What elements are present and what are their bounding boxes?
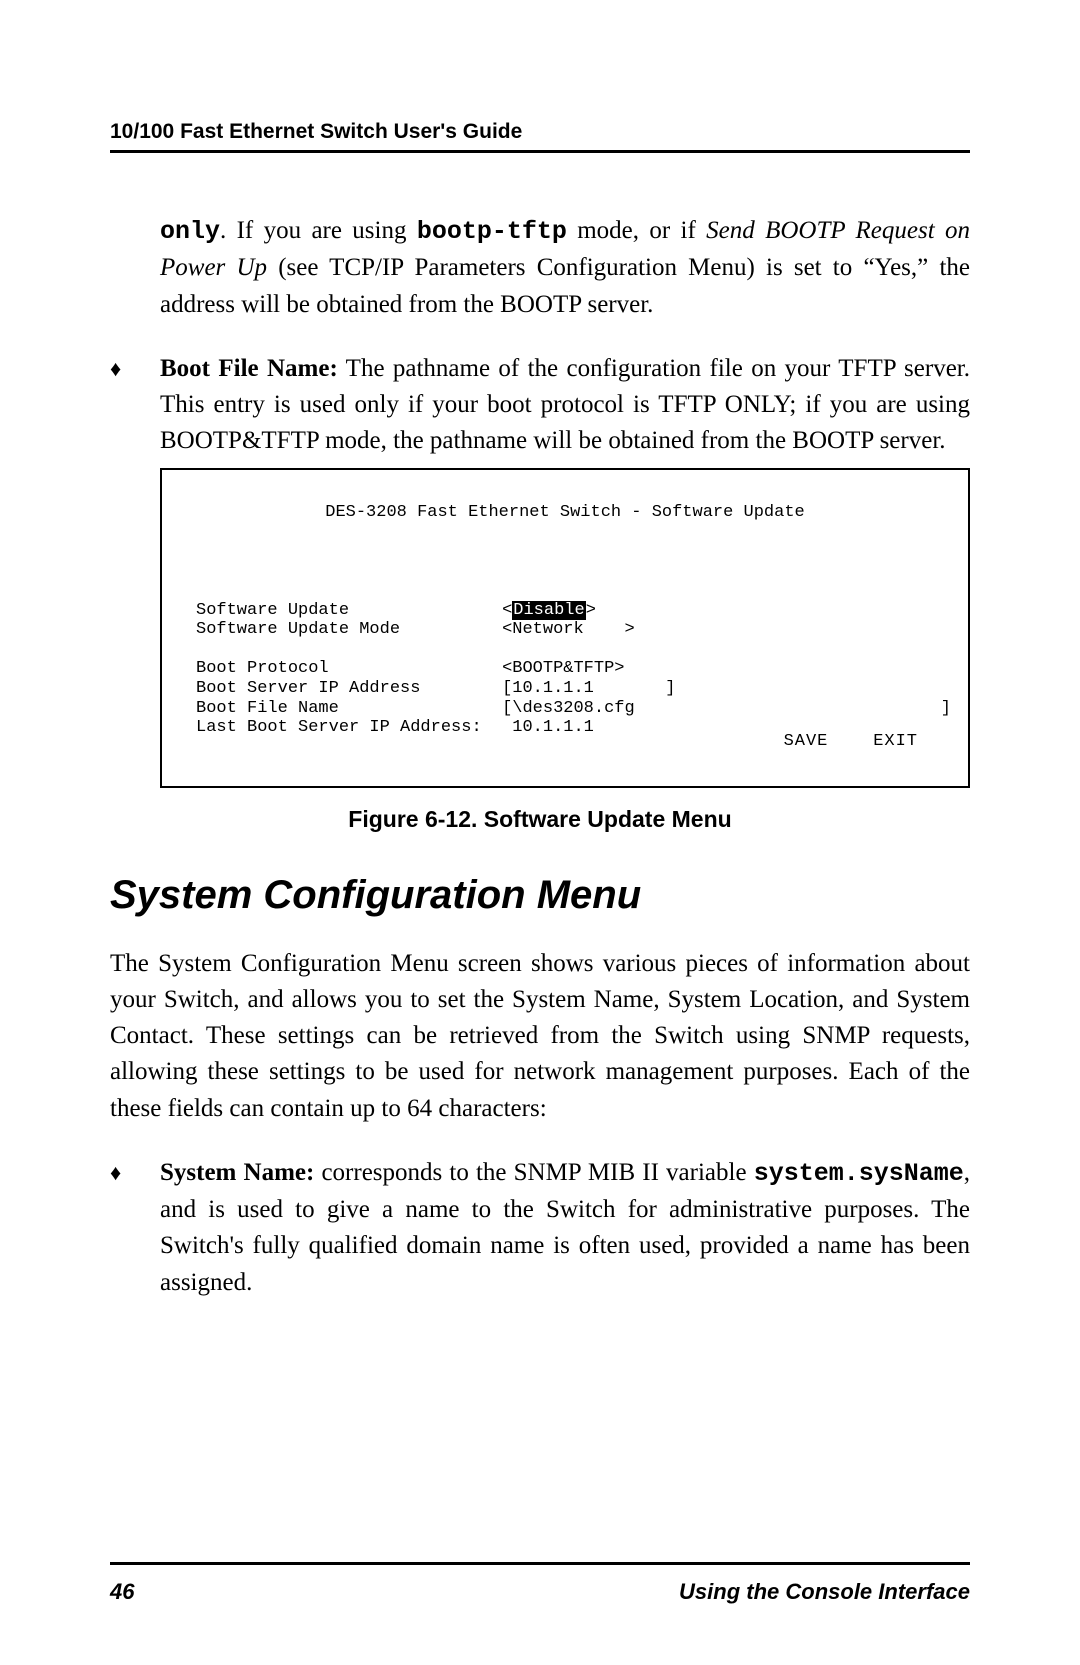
content-area: only. If you are using bootp-tftp mode, …	[110, 153, 970, 1532]
row-boot-protocol: Boot Protocol <BOOTP&TFTP>	[196, 659, 624, 678]
text: corresponds to the SNMP MIB II variable	[314, 1159, 753, 1186]
selected-value: Disable	[512, 601, 585, 620]
code-bootp-tftp: bootp-tftp	[417, 217, 567, 246]
bullet-boot-file-name: ♦ Boot File Name: The pathname of the co…	[110, 351, 970, 460]
page: 10/100 Fast Ethernet Switch User's Guide…	[0, 0, 1080, 1665]
bullet-icon: ♦	[110, 1155, 160, 1301]
page-number: 46	[110, 1579, 134, 1605]
figure-title: DES-3208 Fast Ethernet Switch - Software…	[196, 503, 934, 523]
code-sysname: system.sysName	[754, 1159, 964, 1188]
bullet-body: System Name: corresponds to the SNMP MIB…	[160, 1155, 970, 1301]
text: mode, or if	[567, 217, 706, 244]
row-last-boot-server: Last Boot Server IP Address: 10.1.1.1	[196, 718, 594, 737]
save-button[interactable]: SAVE	[784, 732, 829, 751]
section-heading: System Configuration Menu	[110, 873, 970, 918]
row-boot-server-ip: Boot Server IP Address [10.1.1.1 ]	[196, 679, 676, 698]
bullet-system-name: ♦ System Name: corresponds to the SNMP M…	[110, 1155, 970, 1301]
row-software-update-mode: Software Update Mode <Network >	[196, 620, 635, 639]
field-label: Boot File Name:	[160, 355, 338, 382]
text: (see TCP/IP Parameters Configuration Men…	[160, 254, 970, 317]
running-head: 10/100 Fast Ethernet Switch User's Guide	[110, 120, 970, 153]
bullet-icon: ♦	[110, 351, 160, 460]
bullet-body: Boot File Name: The pathname of the conf…	[160, 351, 970, 460]
footer: 46 Using the Console Interface	[110, 1562, 970, 1605]
footer-section: Using the Console Interface	[679, 1579, 970, 1605]
text: . If you are using	[220, 217, 417, 244]
figure-software-update-menu: DES-3208 Fast Ethernet Switch - Software…	[160, 468, 970, 788]
para-only-continuation: only. If you are using bootp-tftp mode, …	[110, 213, 970, 323]
para-system-config-intro: The System Configuration Menu screen sho…	[110, 946, 970, 1127]
figure-buttons: SAVE EXIT	[694, 713, 918, 772]
code-only: only	[160, 217, 220, 246]
row-software-update: Software Update <Disable>	[196, 601, 596, 620]
exit-button[interactable]: EXIT	[873, 732, 918, 751]
field-label: System Name:	[160, 1159, 314, 1186]
figure-caption: Figure 6-12. Software Update Menu	[110, 806, 970, 833]
